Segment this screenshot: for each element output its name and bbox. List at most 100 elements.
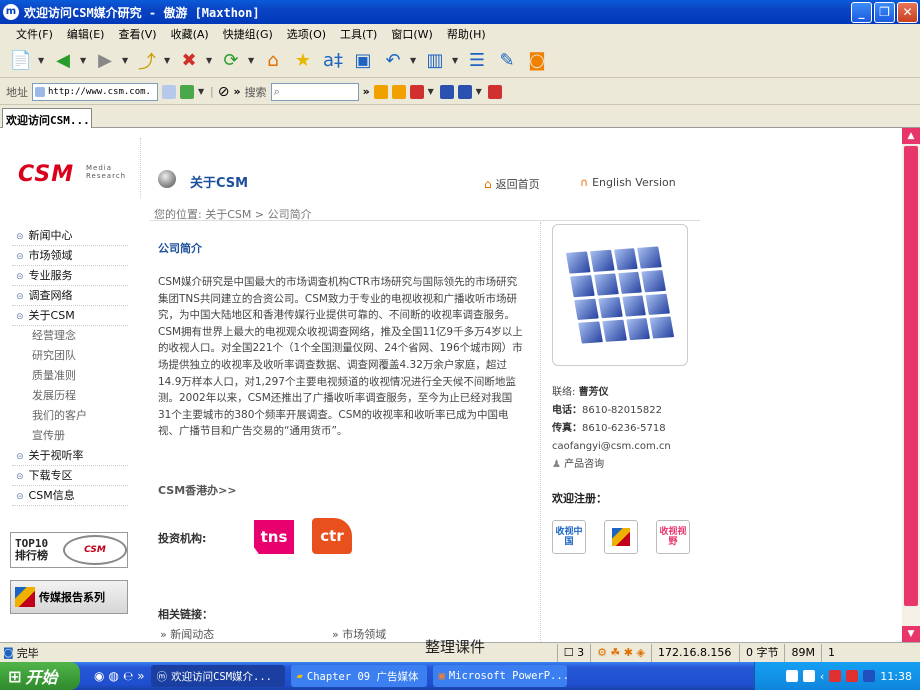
- dropdown-arrow-icon[interactable]: ▼: [248, 56, 256, 65]
- channel-icon-1[interactable]: 收视中国: [552, 520, 586, 554]
- dropdown-arrow-icon[interactable]: ▼: [410, 56, 418, 65]
- vertical-scrollbar[interactable]: ▲ ▼: [902, 128, 920, 642]
- back-icon[interactable]: ◀: [50, 48, 76, 74]
- dropdown-arrow-icon[interactable]: ▼: [122, 56, 130, 65]
- sidebar-item[interactable]: ⊝ 关于CSM: [12, 306, 128, 326]
- prev-tab-icon[interactable]: [373, 84, 388, 99]
- contact-email[interactable]: caofangyi@csm.com.cn: [552, 438, 671, 456]
- related-link-market[interactable]: » 市场领域: [332, 626, 386, 642]
- dropdown-arrow-icon[interactable]: ▼: [198, 87, 206, 96]
- product-consult-link[interactable]: ♟ 产品咨询: [552, 456, 671, 474]
- minimize-button[interactable]: _: [851, 2, 872, 23]
- dropdown-arrow-icon[interactable]: ▼: [476, 87, 484, 96]
- dropdown-arrow-icon[interactable]: ▼: [38, 56, 46, 65]
- ctr-logo[interactable]: ctr: [312, 518, 352, 554]
- tns-logo[interactable]: tns: [254, 520, 294, 554]
- related-link-news[interactable]: » 新闻动态: [160, 626, 214, 642]
- sidebar-item[interactable]: ⊝ 调查网络: [12, 286, 128, 306]
- forward-icon[interactable]: ▶: [92, 48, 118, 74]
- columns-icon[interactable]: ▥: [422, 48, 448, 74]
- tray-icon[interactable]: [846, 670, 859, 682]
- menu-options[interactable]: 选项(O): [287, 26, 326, 42]
- csm-logo[interactable]: CSM Media Research: [18, 162, 125, 187]
- top10-badge[interactable]: TOP10 排行榜 CSM: [10, 532, 128, 568]
- url-input[interactable]: http://www.csm.com.: [32, 82, 158, 101]
- restore-tab-icon[interactable]: [457, 84, 472, 99]
- dropdown-arrow-icon[interactable]: ▼: [206, 56, 214, 65]
- channel-icon-2[interactable]: [604, 520, 638, 554]
- sidebar-item[interactable]: 宣传册: [12, 426, 128, 446]
- sidebar-item[interactable]: ⊝ CSM信息: [12, 486, 128, 506]
- sidebar-item[interactable]: 研究团队: [12, 346, 128, 366]
- translate-icon[interactable]: a‡: [320, 48, 346, 74]
- quick-launch-icon[interactable]: ◉: [94, 669, 104, 683]
- undo-icon[interactable]: ↶: [380, 48, 406, 74]
- quick-launch-icon[interactable]: ◍: [108, 669, 118, 683]
- close-all-icon[interactable]: [487, 84, 502, 99]
- help-icon[interactable]: [802, 670, 815, 682]
- search-input[interactable]: ⌕: [270, 82, 359, 101]
- dropdown-arrow-icon[interactable]: ▼: [452, 56, 460, 65]
- tray-icon[interactable]: ‹: [820, 670, 824, 683]
- english-link[interactable]: ∩ English Version: [580, 176, 676, 189]
- restore-button[interactable]: ❐: [874, 2, 895, 23]
- task-folder[interactable]: ▰ Chapter 09 广告媒体: [290, 665, 427, 687]
- menu-favorites[interactable]: 收藏(A): [171, 26, 209, 42]
- next-tab-icon[interactable]: [391, 84, 406, 99]
- report-series-badge[interactable]: 传媒报告系列: [10, 580, 128, 614]
- sidebar-item[interactable]: 发展历程: [12, 386, 128, 406]
- chevron-icon[interactable]: »: [137, 669, 144, 683]
- menu-help[interactable]: 帮助(H): [447, 26, 486, 42]
- popup-count[interactable]: ☐ 3: [556, 643, 590, 662]
- edit-icon[interactable]: ✎: [494, 48, 520, 74]
- list-icon[interactable]: ☰: [464, 48, 490, 74]
- sidebar-item[interactable]: ⊝ 市场领域: [12, 246, 128, 266]
- dropdown-arrow-icon[interactable]: ▼: [428, 87, 436, 96]
- favorites-star-icon[interactable]: ★: [290, 48, 316, 74]
- dropdown-arrow-icon[interactable]: ▼: [80, 56, 88, 65]
- sidebar-item[interactable]: ⊝ 新闻中心: [12, 226, 128, 246]
- menu-edit[interactable]: 编辑(E): [67, 26, 105, 42]
- url-dropdown-icon[interactable]: [162, 84, 176, 99]
- menu-groups[interactable]: 快捷组(G): [223, 26, 273, 42]
- rss-icon[interactable]: ◙: [524, 48, 550, 74]
- home-link[interactable]: ⌂ 返回首页: [484, 176, 540, 192]
- chevron-icon[interactable]: »: [363, 85, 370, 98]
- start-button[interactable]: ⊞ 开始: [0, 662, 80, 690]
- sidebar-item[interactable]: ⊝ 专业服务: [12, 266, 128, 286]
- compass-icon[interactable]: ⊘: [218, 84, 230, 100]
- scroll-down-icon[interactable]: ▼: [902, 626, 920, 642]
- tray-icon[interactable]: [829, 670, 842, 682]
- menu-window[interactable]: 窗口(W): [391, 26, 432, 42]
- menu-file[interactable]: 文件(F): [16, 26, 53, 42]
- up-icon[interactable]: ⤴: [134, 48, 160, 74]
- refresh-icon[interactable]: ⟳: [218, 48, 244, 74]
- status-tools[interactable]: ⚙ ☘ ✱ ◈: [590, 643, 651, 662]
- chevron-icon[interactable]: »: [233, 85, 240, 98]
- stop-icon[interactable]: ✖: [176, 48, 202, 74]
- tray-icon[interactable]: [785, 670, 798, 682]
- task-powerpoint[interactable]: ▣ Microsoft PowerP...: [432, 665, 567, 687]
- close-tab-icon[interactable]: [409, 84, 424, 99]
- task-browser[interactable]: ⓜ 欢迎访问CSM媒介...: [150, 665, 285, 687]
- scroll-thumb[interactable]: [904, 146, 918, 606]
- sidebar-item[interactable]: 质量准则: [12, 366, 128, 386]
- quick-launch-icon[interactable]: ℮: [123, 669, 133, 683]
- dropdown-arrow-icon[interactable]: ▼: [164, 56, 172, 65]
- go-icon[interactable]: [180, 84, 194, 99]
- tab-csm[interactable]: 欢迎访问CSM...: [2, 108, 92, 128]
- scroll-up-icon[interactable]: ▲: [902, 128, 920, 144]
- sidebar-item[interactable]: 我们的客户: [12, 406, 128, 426]
- menu-view[interactable]: 查看(V): [118, 26, 156, 42]
- hk-office-link[interactable]: CSM香港办>>: [158, 482, 237, 498]
- new-page-icon[interactable]: 📄: [8, 48, 34, 74]
- close-button[interactable]: ✕: [897, 2, 918, 23]
- minimize-tab-icon[interactable]: [439, 84, 454, 99]
- home-icon[interactable]: ⌂: [260, 48, 286, 74]
- window-icon[interactable]: ▣: [350, 48, 376, 74]
- sidebar-item[interactable]: ⊝ 下载专区: [12, 466, 128, 486]
- tray-icon[interactable]: [863, 670, 876, 682]
- channel-icon-3[interactable]: 收视视野: [656, 520, 690, 554]
- sidebar-item[interactable]: 经营理念: [12, 326, 128, 346]
- sidebar-item[interactable]: ⊝ 关于视听率: [12, 446, 128, 466]
